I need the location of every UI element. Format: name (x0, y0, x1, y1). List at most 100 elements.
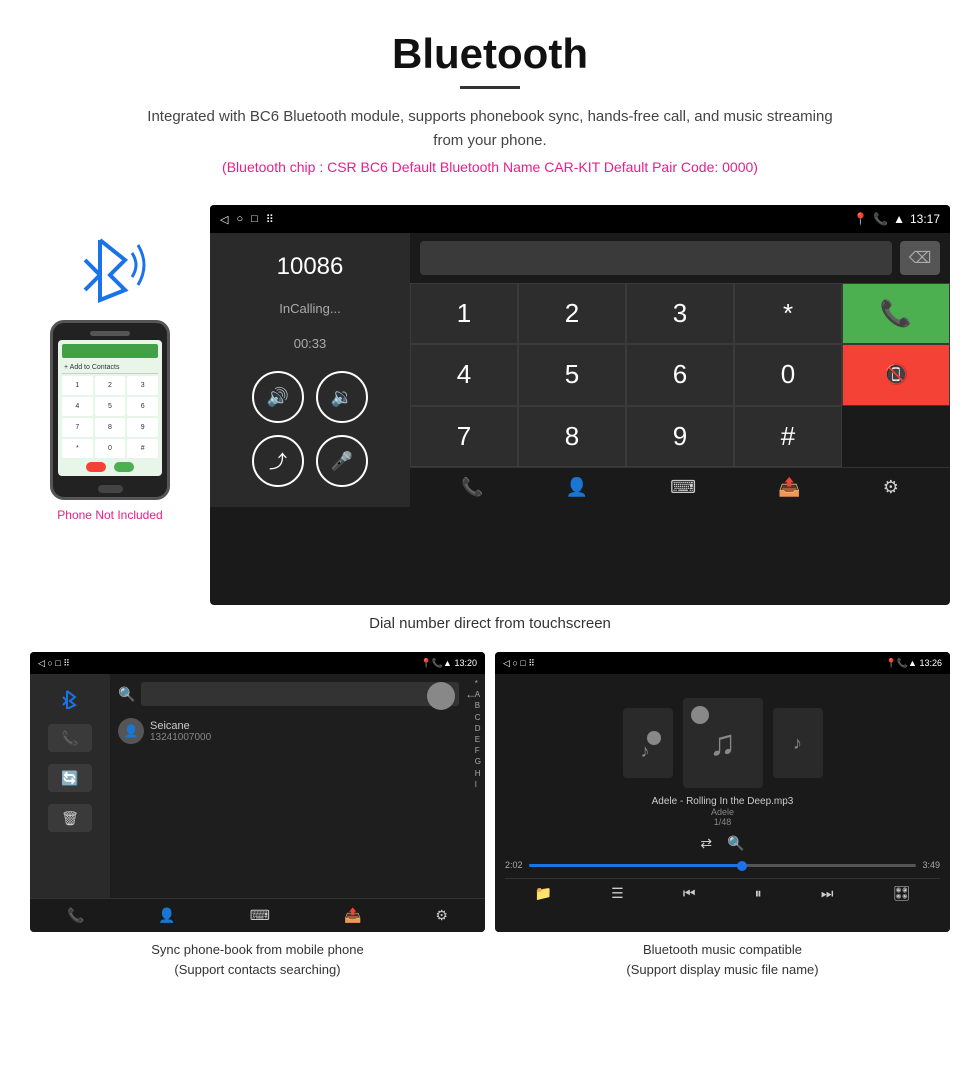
contact-name: Seicane (150, 720, 211, 732)
nav-dialpad-btn[interactable]: ⌨ (670, 477, 696, 498)
music-screen: ◁ ○ □ ⠿ 📍📞▲ 13:26 ♪ ♫ (495, 652, 950, 932)
call-timer: 00:33 (294, 336, 327, 351)
music-statusbar: ◁ ○ □ ⠿ 📍📞▲ 13:26 (495, 652, 950, 674)
prev-btn[interactable]: ⏮ (683, 885, 696, 902)
pb-back-icon: ◁ ○ □ ⠿ (38, 658, 70, 668)
mini-key: 1 (62, 376, 93, 395)
transfer-btn[interactable]: ⤴ (252, 435, 304, 487)
mini-key: 0 (95, 439, 126, 458)
pb-nav-settings[interactable]: ⚙ (435, 907, 448, 924)
num-key-6[interactable]: 6 (626, 344, 734, 405)
call-status: InCalling... (279, 301, 340, 316)
progress-dot (737, 861, 747, 871)
page-title: Bluetooth (20, 30, 960, 78)
num-key-8[interactable]: 8 (518, 406, 626, 467)
dialer-right-panel: ⌫ 1 2 3 * 📞 4 5 6 0 📵 7 8 9 # (410, 233, 950, 507)
playlist-btn[interactable]: ☰ (611, 885, 624, 902)
progress-fill (529, 864, 742, 867)
pb-nav-dialpad[interactable]: ⌨ (250, 907, 270, 924)
pb-nav-transfer[interactable]: 📤 (344, 907, 361, 924)
mic-btn[interactable]: 🎤 (316, 435, 368, 487)
pb-scroll-thumb (427, 682, 455, 710)
music-controls-row: ⇄ 🔍 (700, 835, 744, 852)
main-content-area: + Add to Contacts 1 2 3 4 5 6 7 8 9 * 0 … (0, 205, 980, 605)
num-key-5[interactable]: 5 (518, 344, 626, 405)
mini-key: 5 (95, 397, 126, 416)
pb-delete-btn[interactable]: 🗑 (48, 804, 92, 832)
album-art-area: ♪ ♫ ♪ (623, 698, 823, 788)
pb-nav-call[interactable]: 📞 (67, 907, 84, 924)
mini-key: # (127, 439, 158, 458)
folder-btn[interactable]: 📁 (535, 885, 552, 902)
num-key-star[interactable]: * (734, 283, 842, 344)
time-current: 2:02 (505, 860, 523, 870)
volume-down-btn[interactable]: 🔉 (316, 371, 368, 423)
mini-dialpad: 1 2 3 4 5 6 7 8 9 * 0 # (62, 376, 158, 458)
music-content: ♪ ♫ ♪ Adele - Rolling In the Deep.mp3 Ad… (495, 674, 950, 932)
volume-up-btn[interactable]: 🔊 (252, 371, 304, 423)
dialer-left-panel: 10086 InCalling... 00:33 🔊 🔉 ⤴ 🎤 (210, 233, 410, 507)
android-screen-main: ◁ ○ □ ⠿ 📍 📞 ▲ 13:17 10086 InCalling... 0… (210, 205, 950, 605)
music-caption: Bluetooth music compatible (Support disp… (626, 940, 818, 979)
phone-speaker (90, 331, 130, 336)
track-name: Adele - Rolling In the Deep.mp3 (652, 796, 794, 807)
call-controls: 🔊 🔉 ⤴ 🎤 (252, 371, 368, 487)
num-key-1[interactable]: 1 (410, 283, 518, 344)
pb-nav-contacts[interactable]: 👤 (158, 907, 175, 924)
pb-call-btn[interactable]: 📞 (48, 724, 92, 752)
next-btn[interactable]: ⏭ (821, 885, 834, 902)
nav-calls-btn[interactable]: 📞 (461, 477, 483, 498)
shuffle-btn[interactable]: ⇄ (700, 835, 712, 852)
alpha-scroll[interactable]: *ABCDEFGHI (475, 678, 481, 790)
phone-home-button (98, 485, 123, 493)
contact-number: 13241007000 (150, 732, 211, 743)
num-key-7[interactable]: 7 (410, 406, 518, 467)
call-mini (114, 462, 134, 472)
statusbar-right: 📍 📞 ▲ 13:17 (853, 212, 940, 226)
num-key-3[interactable]: 3 (626, 283, 734, 344)
call-accept-btn[interactable]: 📞 (842, 283, 950, 344)
call-end-btn[interactable]: 📵 (842, 344, 950, 405)
dial-input-box[interactable] (420, 241, 892, 275)
backspace-btn[interactable]: ⌫ (900, 241, 940, 275)
progress-bar[interactable] (529, 864, 917, 867)
phone-not-included-label: Phone Not Included (57, 508, 162, 522)
statusbar-left: ◁ ○ □ ⠿ (220, 213, 274, 226)
time-total: 3:49 (922, 860, 940, 870)
wifi-icon: ▲ (893, 212, 905, 226)
phonebook-content: 📞 🔄 🗑 🔍 ← *ABCDEFGHI (30, 674, 485, 898)
mini-key: 3 (127, 376, 158, 395)
phonebook-main: 🔍 ← *ABCDEFGHI 👤 Seicane 13241007000 (110, 674, 485, 898)
music-search-btn[interactable]: 🔍 (727, 835, 744, 852)
num-key-2[interactable]: 2 (518, 283, 626, 344)
nav-transfer-btn[interactable]: 📤 (778, 477, 800, 498)
music-col: ◁ ○ □ ⠿ 📍📞▲ 13:26 ♪ ♫ (495, 652, 950, 979)
nav-settings-btn[interactable]: ⚙ (883, 477, 899, 498)
phone-sidebar: + Add to Contacts 1 2 3 4 5 6 7 8 9 * 0 … (30, 205, 190, 522)
num-key-9[interactable]: 9 (626, 406, 734, 467)
bt-icon-btn[interactable] (48, 684, 92, 712)
nav-contacts-btn[interactable]: 👤 (566, 477, 588, 498)
mini-key: 9 (127, 418, 158, 437)
album-art-right: ♪ (773, 708, 823, 778)
back-nav-icon: ◁ (220, 213, 228, 226)
music-note-left: ♪ (641, 741, 650, 761)
pb-status-right: 📍📞▲ 13:20 (421, 658, 477, 669)
end-call-mini (86, 462, 106, 472)
num-key-0[interactable]: 0 (734, 344, 842, 405)
call-number: 10086 (277, 253, 344, 281)
num-key-hash[interactable]: # (734, 406, 842, 467)
bluetooth-icon-area (70, 225, 150, 305)
pb-search-bar[interactable] (141, 682, 459, 706)
page-header: Bluetooth Integrated with BC6 Bluetooth … (0, 0, 980, 205)
ctrl-row-2: ⤴ 🎤 (252, 435, 368, 487)
pb-sync-btn[interactable]: 🔄 (48, 764, 92, 792)
play-pause-btn[interactable]: ⏸ (755, 885, 762, 902)
pb-signal-icon: 📍📞▲ (421, 658, 452, 668)
statusbar-time: 13:17 (910, 212, 940, 226)
pb-nav-icons: ◁ ○ □ ⠿ (38, 658, 70, 669)
notification-icon: ⠿ (266, 213, 274, 226)
eq-btn[interactable]: 🎛 (893, 885, 911, 902)
track-info: Adele - Rolling In the Deep.mp3 Adele 1/… (652, 796, 794, 827)
num-key-4[interactable]: 4 (410, 344, 518, 405)
